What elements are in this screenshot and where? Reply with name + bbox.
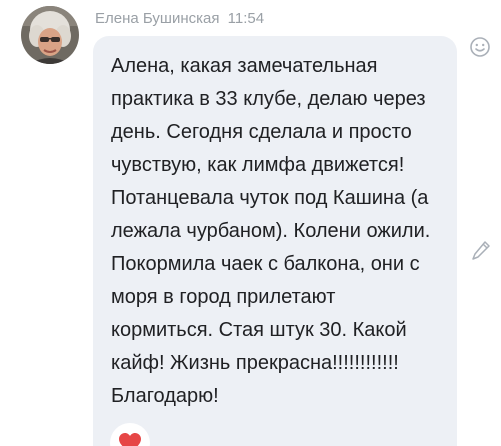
reaction-button[interactable] <box>110 423 150 446</box>
message-line: кормиться. Стая штук 30. Какой <box>111 319 407 341</box>
edit-button[interactable] <box>471 240 491 267</box>
add-reaction-button[interactable] <box>469 36 491 63</box>
heart-icon <box>119 433 141 446</box>
message-header: Елена Бушинская 11:54 <box>95 10 264 27</box>
message-bubble: Алена, какая замечательная практика в 33… <box>93 36 457 446</box>
avatar-photo <box>21 6 79 64</box>
message-line: Потанцевала чуток под Кашина (а <box>111 187 429 209</box>
message-line: Алена, какая замечательная <box>111 55 378 77</box>
message-line: Покормила чаек с балкона, они с <box>111 253 420 275</box>
message-time: 11:54 <box>227 10 265 27</box>
message-line: кайф! Жизнь прекрасна!!!!!!!!!!!! <box>111 352 399 374</box>
smiley-icon <box>470 37 490 57</box>
author-name[interactable]: Елена Бушинская <box>95 10 219 27</box>
pencil-icon <box>472 241 490 260</box>
chat-view: Елена Бушинская 11:54 Алена, какая замеч… <box>0 0 501 446</box>
message-line: моря в город прилетают <box>111 286 336 308</box>
message-line: чувствую, как лимфа движется! <box>111 154 405 176</box>
message-line: лежала чурбаном). Колени ожили. <box>111 220 431 242</box>
message-line: практика в 33 клубе, делаю через <box>111 88 426 110</box>
message-line: день. Сегодня сделала и просто <box>111 121 412 143</box>
message-line: Благодарю! <box>111 385 219 407</box>
avatar[interactable] <box>21 6 79 64</box>
